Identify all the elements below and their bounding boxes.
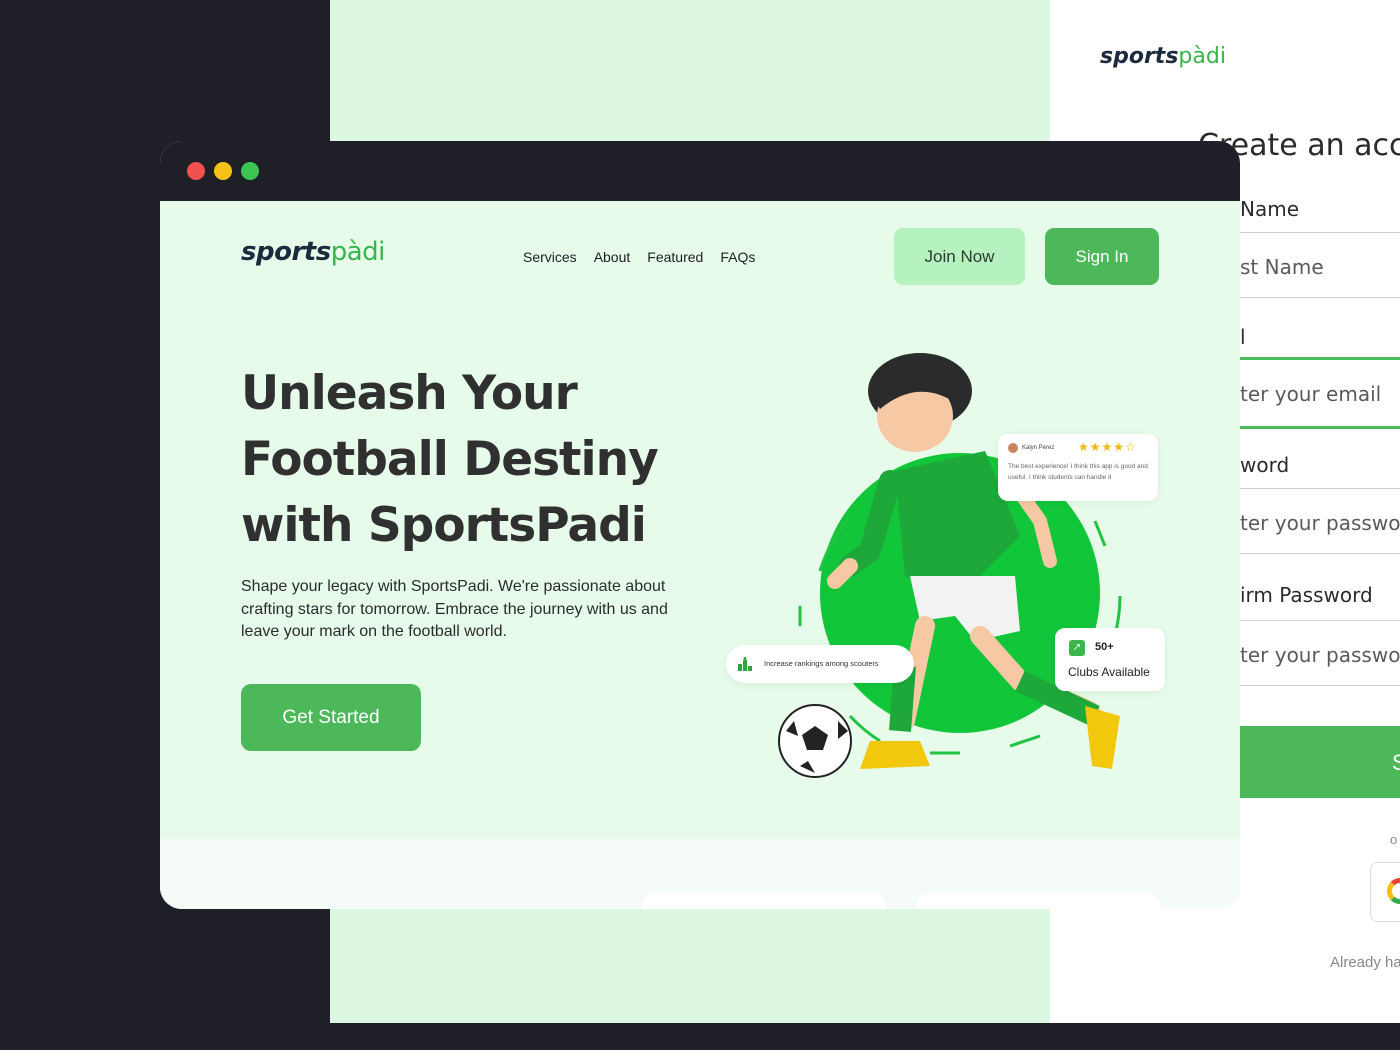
first-name-label: Name [1240, 197, 1300, 221]
feature-card [642, 893, 886, 909]
football-player-illustration [778, 353, 1122, 778]
maximize-dot-icon[interactable] [241, 162, 259, 180]
site-logo[interactable]: sportspàdi [241, 237, 385, 267]
confirm-password-label: irm Password [1240, 583, 1373, 607]
already-have-account-text: Already ha [1330, 954, 1400, 971]
review-author: Kalyn Perez [1022, 445, 1055, 451]
hero-subtitle: Shape your legacy with SportsPadi. We're… [241, 578, 668, 640]
nav-item-featured[interactable]: Featured [647, 249, 703, 265]
clubs-card: ↗ 50+ Clubs Available [1055, 628, 1165, 691]
logo-text-green: pàdi [1178, 44, 1226, 69]
logo-text-dark: sports [1100, 44, 1179, 69]
bottom-strip [0, 1023, 1400, 1050]
signup-submit-label: S [1392, 750, 1400, 775]
google-signin-button[interactable] [1370, 862, 1400, 922]
browser-window: sportspàdi Services About Featured FAQs … [160, 141, 1240, 909]
minimize-dot-icon[interactable] [214, 162, 232, 180]
review-text: The best experience! I think this app is… [1008, 463, 1148, 481]
google-icon [1387, 878, 1400, 904]
avatar [1008, 443, 1018, 453]
landing-page: sportspàdi Services About Featured FAQs … [160, 201, 1240, 909]
password-field[interactable]: ter your passwor [1240, 488, 1400, 554]
get-started-button[interactable]: Get Started [241, 684, 421, 751]
main-nav: Services About Featured FAQs [523, 249, 755, 265]
or-divider-text: o [1390, 832, 1398, 847]
browser-titlebar [160, 141, 1240, 201]
trend-up-icon: ↗ [1069, 640, 1085, 656]
podium-icon [738, 657, 752, 671]
join-now-button[interactable]: Join Now [894, 228, 1025, 285]
confirm-password-field[interactable]: ter your passwor [1240, 620, 1400, 686]
nav-item-faqs[interactable]: FAQs [720, 249, 755, 265]
sign-in-button[interactable]: Sign In [1045, 228, 1159, 285]
close-dot-icon[interactable] [187, 162, 205, 180]
email-field[interactable]: ter your email [1240, 357, 1400, 429]
feature-card [916, 893, 1160, 909]
review-card: Kalyn Perez ★★★★☆ The best experience! I… [998, 434, 1158, 501]
signup-submit-button[interactable]: S [1240, 726, 1400, 798]
signup-logo: sportspàdi [1100, 44, 1226, 69]
clubs-label: Clubs Available [1068, 665, 1150, 679]
first-name-field[interactable]: st Name [1240, 232, 1400, 298]
star-rating-icon: ★★★★☆ [1078, 440, 1137, 454]
clubs-count: 50+ [1095, 641, 1114, 653]
rank-card: Increase rankings among scouters [726, 645, 914, 683]
logo-text-green: pàdi [330, 237, 386, 267]
nav-item-about[interactable]: About [594, 249, 631, 265]
email-label: l [1240, 325, 1246, 349]
logo-text-dark: sports [241, 237, 331, 267]
rank-text: Increase rankings among scouters [764, 659, 879, 668]
password-label: word [1240, 453, 1290, 477]
nav-item-services[interactable]: Services [523, 249, 577, 265]
hero-title: Unleash Your Football Destiny with Sport… [241, 366, 659, 553]
